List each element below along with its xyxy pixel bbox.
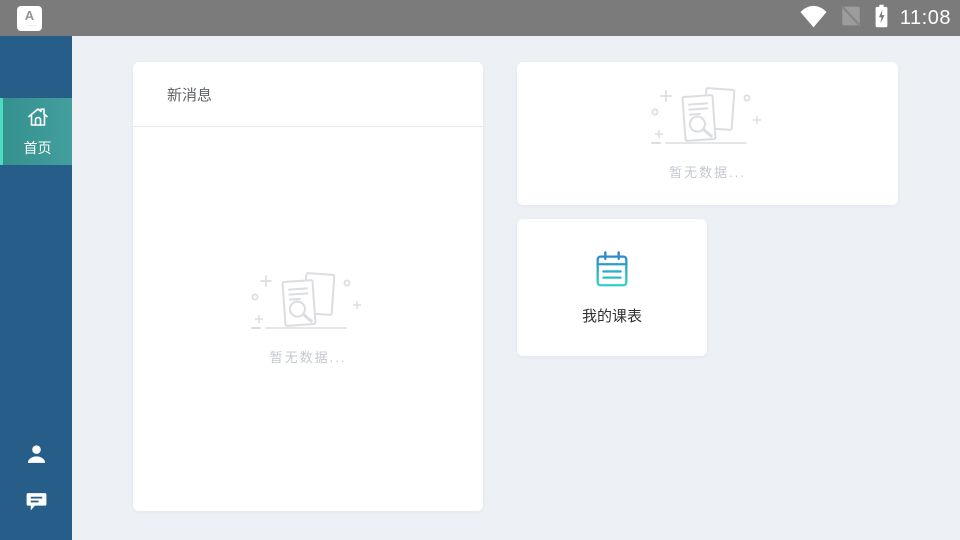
sidebar-bottom — [0, 441, 72, 514]
home-icon — [26, 106, 50, 133]
app-shell: 首页 新消息 — [0, 36, 960, 540]
messages-card-title: 新消息 — [133, 62, 483, 127]
sidebar-item-home[interactable]: 首页 — [0, 98, 72, 165]
no-data-text: 暂无数据... — [669, 162, 746, 181]
user-icon[interactable] — [23, 441, 49, 467]
sidebar: 首页 — [0, 36, 72, 540]
messages-card-body: 暂无数据... — [133, 127, 483, 510]
messages-card: 新消息 — [133, 62, 483, 511]
empty-state: 暂无数据... — [650, 86, 766, 181]
timetable-card[interactable]: 我的课表 — [517, 219, 707, 356]
no-data-illustration-icon — [650, 86, 766, 155]
app-icon: A ... — [17, 6, 42, 31]
data-card: 暂无数据... — [517, 62, 898, 205]
app-icon-letter: A — [25, 10, 34, 22]
sidebar-item-label: 首页 — [24, 138, 52, 158]
app-icon-dots: ... — [28, 22, 37, 27]
status-indicators: 11:08 — [799, 3, 951, 34]
main-content: 新消息 — [72, 36, 960, 540]
no-data-illustration-icon — [250, 271, 366, 340]
empty-state: 暂无数据... — [250, 271, 366, 366]
no-data-text: 暂无数据... — [270, 347, 347, 366]
calendar-icon — [591, 249, 633, 296]
battery-charging-icon — [874, 3, 889, 34]
timetable-card-label: 我的课表 — [582, 305, 642, 326]
status-bar: A ... 11:08 — [0, 0, 960, 36]
clock-time: 11:08 — [900, 7, 951, 30]
chat-icon[interactable] — [23, 488, 49, 514]
wifi-icon — [799, 3, 828, 34]
no-sim-icon — [837, 3, 865, 34]
